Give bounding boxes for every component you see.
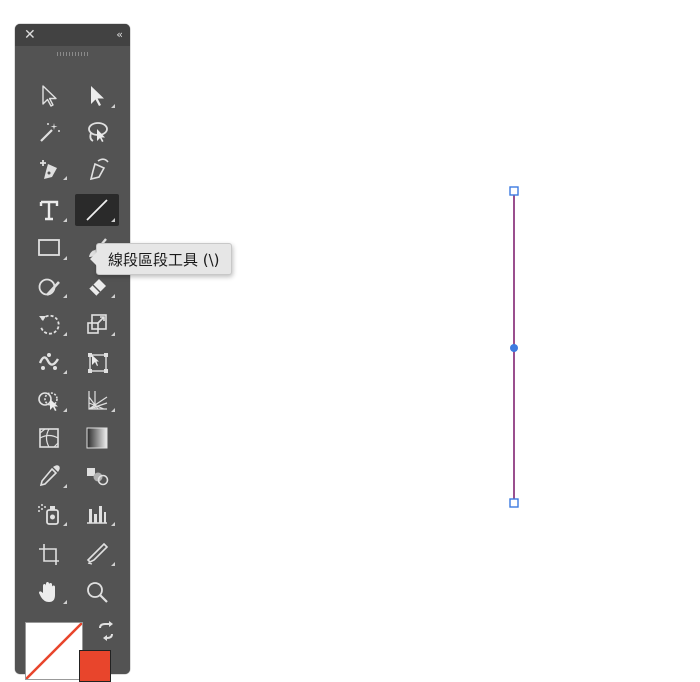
anchor-point-top[interactable] bbox=[509, 186, 519, 196]
center-point[interactable] bbox=[510, 344, 518, 352]
anchor-point-bottom[interactable] bbox=[509, 498, 519, 508]
artboard-canvas[interactable] bbox=[0, 0, 700, 660]
